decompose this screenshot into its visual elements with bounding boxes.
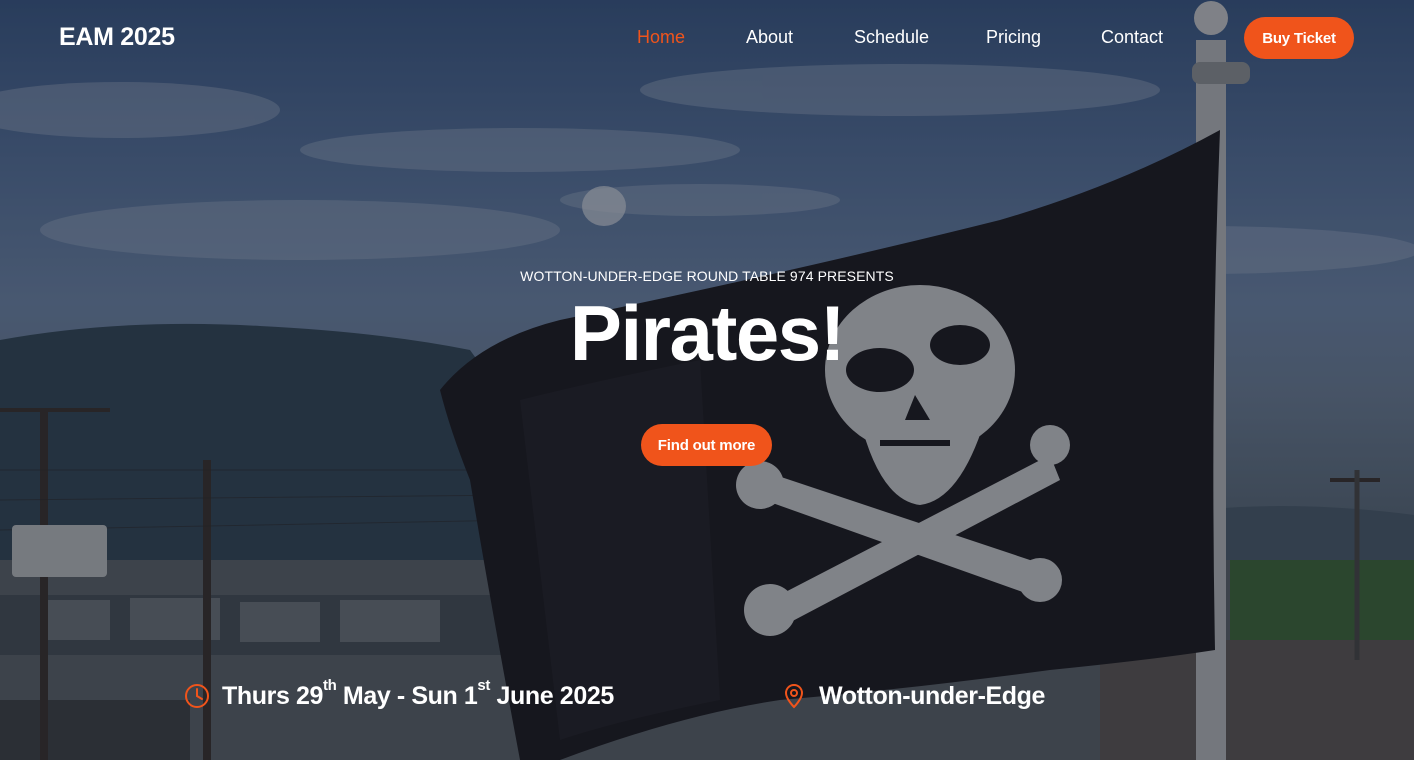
map-pin-icon (781, 683, 807, 709)
clock-icon (184, 683, 210, 709)
event-location-text: Wotton-under-Edge (819, 681, 1046, 710)
event-date: Thurs 29th May - Sun 1st June 2025 (184, 677, 614, 715)
find-out-more-button[interactable]: Find out more (641, 424, 772, 466)
hero-title: Pirates! (569, 289, 846, 377)
hero-section: WOTTON-UNDER-EDGE ROUND TABLE 974 PRESEN… (0, 0, 1414, 760)
hero-eyebrow: WOTTON-UNDER-EDGE ROUND TABLE 974 PRESEN… (520, 268, 894, 284)
event-location: Wotton-under-Edge (781, 677, 1045, 715)
event-date-text: Thurs 29th May - Sun 1st June 2025 (222, 677, 614, 710)
